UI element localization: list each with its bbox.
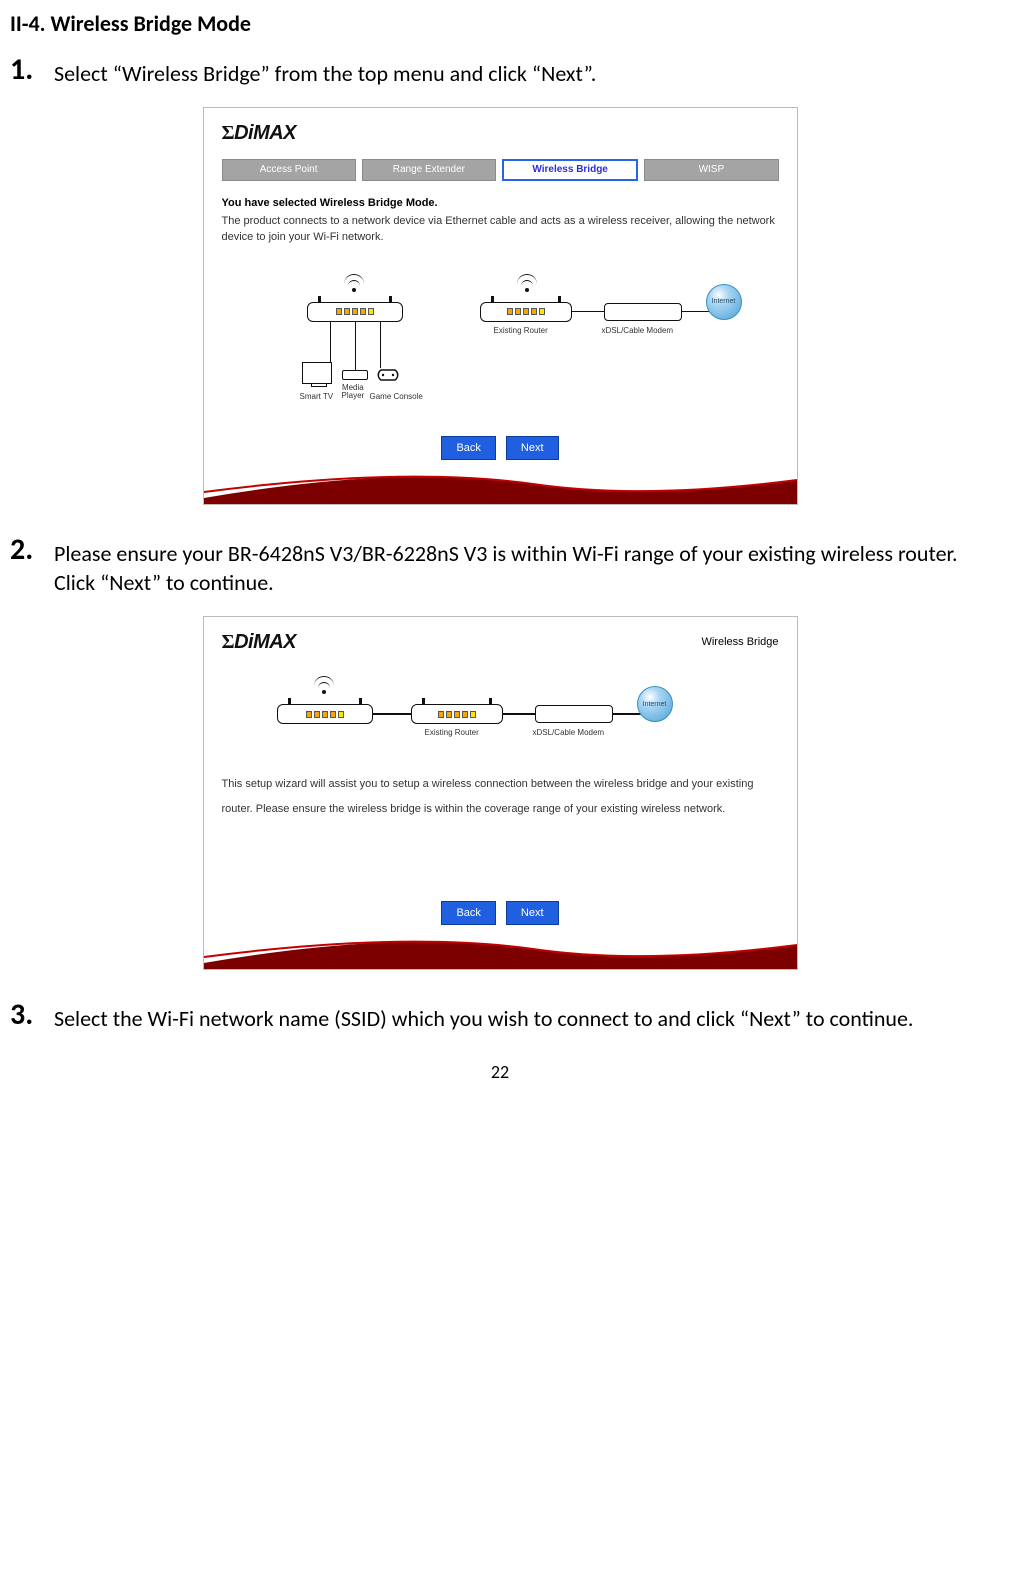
label-modem: xDSL/Cable Modem [533,728,605,737]
next-button[interactable]: Next [506,901,559,925]
connector-line [682,311,710,313]
label-game-console: Game Console [370,392,423,401]
diagram-bridge-mode: Existing Router xDSL/Cable Modem Interne… [222,268,779,418]
label-modem: xDSL/Cable Modem [602,326,674,335]
tab-access-point[interactable]: Access Point [222,159,356,181]
internet-globe-icon: Internet [706,284,742,320]
media-player-icon [342,370,368,380]
existing-router-icon [480,302,572,322]
game-console-icon [374,368,402,382]
connector-line [373,713,411,715]
internet-globe-icon: Internet [637,686,673,722]
footer-swoosh [204,935,797,969]
step-2: 2. Please ensure your BR-6428nS V3/BR-62… [10,535,990,598]
label-media-player: Media Player [342,384,365,402]
connector-line [330,322,332,362]
step-1: 1. Select “Wireless Bridge” from the top… [10,55,990,89]
step-1-number: 1. [10,55,46,85]
current-mode-label: Wireless Bridge [222,636,779,648]
footer-swoosh [204,470,797,504]
connector-line [613,713,641,715]
screenshot-panel-1: ΣDiMAX Access Point Range Extender Wirel… [203,107,798,505]
back-button[interactable]: Back [441,901,495,925]
bridge-device-icon [277,704,373,724]
back-button[interactable]: Back [441,436,495,460]
label-existing-router: Existing Router [494,326,548,335]
step-3-text: Select the Wi-Fi network name (SSID) whi… [54,1000,913,1034]
modem-icon [535,705,613,723]
step-3-number: 3. [10,1000,46,1030]
wifi-icon [517,274,537,292]
label-existing-router: Existing Router [425,728,479,737]
connector-line [355,322,357,370]
label-smart-tv: Smart TV [300,392,334,401]
step-1-text: Select “Wireless Bridge” from the top me… [54,55,596,89]
tab-range-extender[interactable]: Range Extender [362,159,496,181]
wifi-icon [314,676,334,694]
step-3: 3. Select the Wi-Fi network name (SSID) … [10,1000,990,1034]
connector-line [503,713,535,715]
modem-icon [604,303,682,321]
wifi-icon [344,274,364,292]
connector-line [380,322,382,368]
connector-line [572,311,604,313]
step-2-number: 2. [10,535,46,565]
tab-wisp[interactable]: WISP [644,159,778,181]
edimax-logo: ΣDiMAX [222,122,779,145]
section-heading: II-4. Wireless Bridge Mode [10,10,990,37]
smart-tv-icon [302,362,332,384]
step-2-text: Please ensure your BR-6428nS V3/BR-6228n… [54,535,990,598]
mode-heading: You have selected Wireless Bridge Mode. [222,197,779,209]
setup-description: This setup wizard will assist you to set… [222,772,779,823]
existing-router-icon [411,704,503,724]
mode-description: The product connects to a network device… [222,213,779,246]
bridge-device-icon [307,302,403,322]
mode-tabs: Access Point Range Extender Wireless Bri… [222,159,779,181]
page-number: 22 [10,1061,990,1083]
screenshot-panel-2: ΣDiMAX Wireless Bridge [203,616,798,970]
next-button[interactable]: Next [506,436,559,460]
tab-wireless-bridge[interactable]: Wireless Bridge [502,159,638,181]
diagram-setup-wizard: Existing Router xDSL/Cable Modem Interne… [222,676,779,766]
